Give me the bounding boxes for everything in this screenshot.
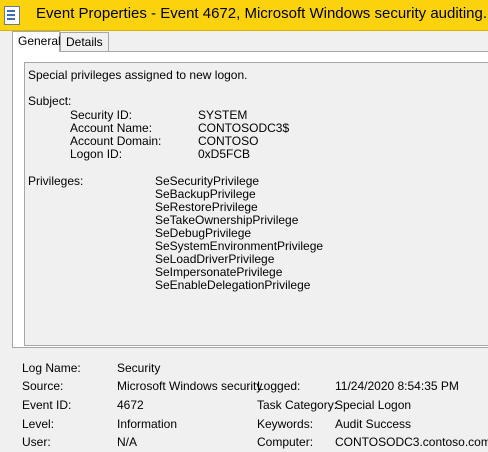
logon-id-value: 0xD5FCB bbox=[198, 147, 251, 161]
source-label: Source: bbox=[22, 379, 64, 393]
user-label: User: bbox=[22, 435, 51, 449]
event-description-box[interactable]: Special privileges assigned to new logon… bbox=[24, 62, 488, 346]
user-value: N/A bbox=[117, 435, 138, 449]
keywords-value: Audit Success bbox=[335, 417, 412, 431]
logged-label: Logged: bbox=[257, 379, 301, 393]
log-name-label: Log Name: bbox=[22, 361, 81, 375]
task-category-label: Task Category: bbox=[257, 398, 338, 412]
source-value: Microsoft Windows security bbox=[117, 379, 263, 393]
log-name-value: Security bbox=[117, 361, 161, 375]
event-viewer-icon bbox=[4, 6, 20, 25]
subject-label: Subject: bbox=[28, 94, 72, 108]
level-value: Information bbox=[117, 417, 178, 431]
title-bar[interactable]: Event Properties - Event 4672, Microsoft… bbox=[0, 0, 488, 31]
general-tab-panel: Special privileges assigned to new logon… bbox=[12, 51, 488, 348]
keywords-label: Keywords: bbox=[257, 417, 314, 431]
logon-id-label: Logon ID: bbox=[70, 147, 123, 161]
computer-value: CONTOSODC3.contoso.com bbox=[335, 435, 488, 449]
description-headline: Special privileges assigned to new logon… bbox=[28, 68, 248, 82]
privilege-item: SeEnableDelegationPrivilege bbox=[155, 278, 311, 292]
tab-general[interactable]: General bbox=[12, 31, 61, 52]
computer-label: Computer: bbox=[257, 435, 314, 449]
tab-details[interactable]: Details bbox=[60, 32, 109, 51]
level-label: Level: bbox=[22, 417, 55, 431]
logged-value: 11/24/2020 8:54:35 PM bbox=[335, 379, 459, 393]
window-title: Event Properties - Event 4672, Microsoft… bbox=[36, 5, 488, 22]
event-id-value: 4672 bbox=[117, 398, 144, 412]
event-id-label: Event ID: bbox=[22, 398, 72, 412]
task-category-value: Special Logon bbox=[335, 398, 412, 412]
privileges-label: Privileges: bbox=[28, 174, 84, 188]
